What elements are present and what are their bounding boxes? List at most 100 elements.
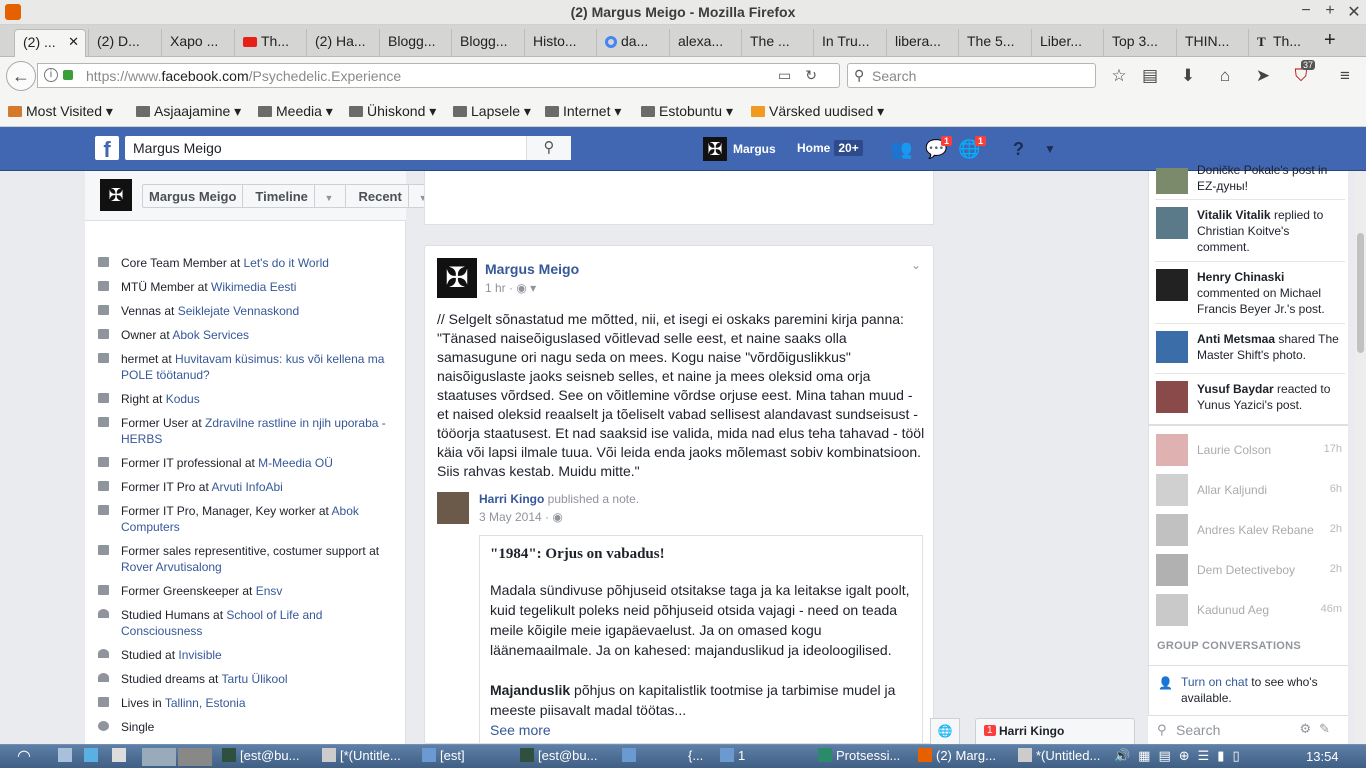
scrollbar-thumb[interactable] bbox=[1357, 233, 1364, 353]
intro-link[interactable]: Rover Arvutisalong bbox=[121, 560, 222, 574]
chat-contact[interactable]: Allar Kaljundi 6h bbox=[1148, 474, 1348, 506]
system-tray-icons[interactable]: 🔊▦▤⊕☰▮▯ bbox=[1114, 748, 1304, 766]
intro-link[interactable]: Tartu Ülikool bbox=[222, 672, 288, 686]
friend-requests-icon[interactable]: 👥 bbox=[890, 139, 912, 160]
tab-3[interactable]: Th... bbox=[234, 29, 306, 57]
taskbar-item[interactable]: [est@bu... bbox=[222, 748, 318, 766]
profile-link[interactable]: ✠ Margus bbox=[703, 137, 776, 161]
bookmark-folder-meedia[interactable]: Meedia ▾ bbox=[258, 103, 333, 120]
turn-on-chat-link[interactable]: Turn on chat bbox=[1181, 675, 1248, 689]
post-options-chevron-icon[interactable]: ⌄ bbox=[911, 258, 921, 272]
avatar[interactable]: ✠ bbox=[100, 179, 132, 211]
tab-8[interactable]: da... bbox=[596, 29, 669, 57]
shared-note-card[interactable]: "1984": Orjus on vabadus! Madala sündivu… bbox=[479, 535, 923, 743]
taskbar-item-firefox[interactable]: (2) Marg... bbox=[918, 748, 1014, 766]
intro-link[interactable]: Let's do it World bbox=[244, 256, 329, 270]
app-launcher-icon[interactable] bbox=[84, 748, 104, 766]
taskbar-item[interactable] bbox=[622, 748, 642, 766]
url-bar[interactable]: i https://www.facebook.com/Psychedelic.E… bbox=[37, 63, 840, 88]
bookmark-folder-internet[interactable]: Internet ▾ bbox=[545, 103, 621, 120]
chat-contact[interactable]: Andres Kalev Rebane 2h bbox=[1148, 514, 1348, 546]
taskbar-item[interactable]: [est@bu... bbox=[520, 748, 620, 766]
page-scrollbar[interactable] bbox=[1355, 171, 1366, 744]
tab-7[interactable]: Histo... bbox=[524, 29, 596, 57]
start-menu-icon[interactable]: ◠ bbox=[4, 746, 44, 766]
new-tab-button[interactable]: + bbox=[1318, 29, 1348, 57]
intro-link[interactable]: Wikimedia Eesti bbox=[211, 280, 296, 294]
tab-11[interactable]: In Tru... bbox=[813, 29, 886, 57]
bookmark-folder-lapsele[interactable]: Lapsele ▾ bbox=[453, 103, 531, 120]
chat-tab[interactable]: 1 Harri Kingo bbox=[975, 718, 1135, 744]
info-icon[interactable]: i bbox=[44, 68, 58, 82]
intro-link[interactable]: Ensv bbox=[256, 584, 283, 598]
tab-0[interactable]: (2) ... ✕ bbox=[14, 29, 86, 57]
bookmark-folder-uhiskond[interactable]: Ühiskond ▾ bbox=[349, 103, 436, 120]
bookmark-star-icon[interactable]: ☆ bbox=[1108, 66, 1130, 86]
avatar[interactable] bbox=[437, 492, 469, 524]
account-menu-chevron-icon[interactable]: ▼ bbox=[1044, 142, 1056, 156]
facebook-search-input[interactable]: Margus Meigo ⚲ bbox=[125, 136, 571, 160]
menu-icon[interactable]: ≡ bbox=[1334, 66, 1356, 86]
chat-contact[interactable]: Laurie Colson 17h bbox=[1148, 434, 1348, 466]
chat-contact[interactable]: Kadunud Aeg 46m bbox=[1148, 594, 1348, 626]
intro-link[interactable]: Seiklejate Vennaskond bbox=[178, 304, 299, 318]
tab-5[interactable]: Blogg... bbox=[379, 29, 451, 57]
workspace-1[interactable] bbox=[142, 748, 176, 766]
taskbar-item[interactable]: [*(Untitle... bbox=[322, 748, 418, 766]
taskbar-item[interactable]: 1 bbox=[720, 748, 816, 766]
clock[interactable]: 13:54 bbox=[1306, 749, 1339, 764]
intro-link[interactable]: M-Meedia OÜ bbox=[258, 456, 333, 470]
tab-4[interactable]: (2) Ha... bbox=[306, 29, 379, 57]
tab-10[interactable]: The ... bbox=[741, 29, 813, 57]
intro-link[interactable]: Tallinn, Estonia bbox=[165, 696, 246, 710]
tab-17[interactable]: T Th... bbox=[1248, 29, 1314, 57]
pocket-icon[interactable]: ➤ bbox=[1252, 66, 1274, 86]
minimize-button[interactable]: − bbox=[1296, 2, 1316, 20]
audience-globe-icon[interactable]: ◉ ▾ bbox=[516, 281, 536, 295]
shared-timestamp[interactable]: 3 May 2014 · ◉ bbox=[479, 510, 563, 524]
avatar[interactable]: ✠ bbox=[437, 258, 477, 298]
facebook-logo-icon[interactable]: f bbox=[95, 136, 119, 162]
help-icon[interactable]: ? bbox=[1013, 139, 1024, 160]
bookmark-folder-asjaajamine[interactable]: Asjaajamine ▾ bbox=[136, 103, 241, 120]
chat-globe-icon[interactable]: 🌐 bbox=[930, 718, 960, 744]
post-author[interactable]: Margus Meigo bbox=[485, 261, 579, 277]
tab-1[interactable]: (2) D... bbox=[88, 29, 161, 57]
show-desktop-icon[interactable] bbox=[58, 748, 76, 766]
taskbar-item[interactable]: *(Untitled... bbox=[1018, 748, 1112, 766]
url-text[interactable]: https://www.facebook.com/Psychedelic.Exp… bbox=[86, 68, 401, 84]
see-more-link[interactable]: See more bbox=[490, 722, 551, 738]
bookmark-folder-estobuntu[interactable]: Estobuntu ▾ bbox=[641, 103, 733, 120]
intro-link[interactable]: Invisible bbox=[178, 648, 221, 662]
app-launcher-icon[interactable] bbox=[112, 748, 134, 766]
chat-contact[interactable]: Dem Detectiveboy 2h bbox=[1148, 554, 1348, 586]
profile-name-button[interactable]: Margus Meigo bbox=[143, 185, 244, 207]
chat-settings-compose-icons[interactable]: ⚙✎ bbox=[1299, 721, 1338, 737]
shared-author[interactable]: Harri Kingo bbox=[479, 492, 544, 506]
tab-12[interactable]: libera... bbox=[886, 29, 958, 57]
close-window-button[interactable]: ✕ bbox=[1344, 2, 1364, 22]
workspace-2[interactable] bbox=[178, 748, 212, 766]
tab-13[interactable]: The 5... bbox=[958, 29, 1031, 57]
reader-reload-icons[interactable]: ▭↻ bbox=[778, 67, 831, 84]
maximize-button[interactable]: + bbox=[1320, 2, 1340, 20]
taskbar-item[interactable]: {... bbox=[688, 748, 718, 766]
intro-link[interactable]: Abok Services bbox=[172, 328, 249, 342]
browser-search-input[interactable]: ⚲ Search bbox=[847, 63, 1096, 88]
chat-search-input[interactable]: ⚲ Search ⚙✎ bbox=[1148, 715, 1348, 744]
tab-16[interactable]: THIN... bbox=[1176, 29, 1248, 57]
tab-6[interactable]: Blogg... bbox=[451, 29, 524, 57]
search-icon[interactable]: ⚲ bbox=[526, 136, 571, 160]
taskbar-item[interactable]: [est] bbox=[422, 748, 518, 766]
note-title[interactable]: "1984": Orjus on vabadus! bbox=[490, 546, 665, 563]
back-button[interactable]: ← bbox=[6, 61, 36, 91]
ticker-item[interactable]: Doničke Pokale's post in EZ-дуны! bbox=[1148, 160, 1348, 194]
reading-list-icon[interactable]: ▤ bbox=[1139, 66, 1161, 86]
post-timestamp[interactable]: 1 hr · ◉ ▾ bbox=[485, 281, 536, 295]
tab-14[interactable]: Liber... bbox=[1031, 29, 1103, 57]
intro-link[interactable]: Arvuti InfoAbi bbox=[211, 480, 282, 494]
tab-9[interactable]: alexa... bbox=[669, 29, 741, 57]
downloads-icon[interactable]: ⬇ bbox=[1177, 66, 1199, 86]
taskbar-item[interactable]: Protsessi... bbox=[818, 748, 914, 766]
tab-2[interactable]: Xapo ... bbox=[161, 29, 234, 57]
